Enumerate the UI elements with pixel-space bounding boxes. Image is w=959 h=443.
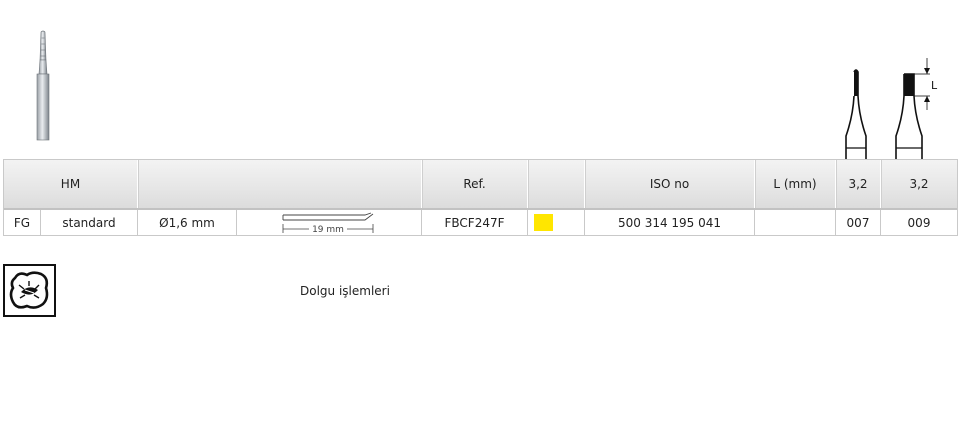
color-code-swatch: [534, 214, 553, 231]
header-l-mm: L (mm): [755, 160, 836, 208]
cavity-filling-icon: [3, 264, 56, 317]
cell-length-type: standard: [41, 210, 138, 235]
header-size-b: 3,2: [909, 177, 929, 191]
bur-product-image: [36, 30, 50, 141]
product-table: HM Ref. ISO no L (mm) 3,2 3,2 FG standar…: [3, 159, 958, 236]
header-empty-1: [138, 160, 422, 208]
cell-shank-diameter: Ø1,6 mm: [138, 210, 237, 235]
cell-shank: FG: [4, 210, 41, 235]
bur-drawing-007: [845, 69, 867, 160]
cell-color: [528, 210, 585, 235]
cell-shank-drawing: 19 mm: [237, 210, 422, 235]
application-caption: Dolgu işlemleri: [300, 284, 390, 298]
cell-ref: FBCF247F: [422, 210, 528, 235]
header-iso-no: ISO no: [585, 160, 755, 208]
cell-l-mm: [755, 210, 836, 235]
table-row: FG standard Ø1,6 mm 19 mm FBCF247F 500 3…: [4, 210, 957, 236]
cell-iso-no: 500 314 195 041: [585, 210, 755, 235]
bur-drawing-009: L: [895, 58, 938, 160]
cell-size-b: 009: [907, 215, 931, 230]
shank-length-drawing: 19 mm: [282, 212, 374, 234]
header-hm: HM: [4, 160, 138, 208]
cell-size-a: 007: [836, 210, 881, 235]
header-empty-2: [528, 160, 585, 208]
dimension-l-label: L: [931, 79, 938, 92]
table-header: HM Ref. ISO no L (mm) 3,2 3,2: [4, 159, 957, 210]
header-size-a: 3,2: [836, 160, 881, 208]
shank-length-label: 19 mm: [312, 225, 344, 234]
header-ref: Ref.: [422, 160, 528, 208]
